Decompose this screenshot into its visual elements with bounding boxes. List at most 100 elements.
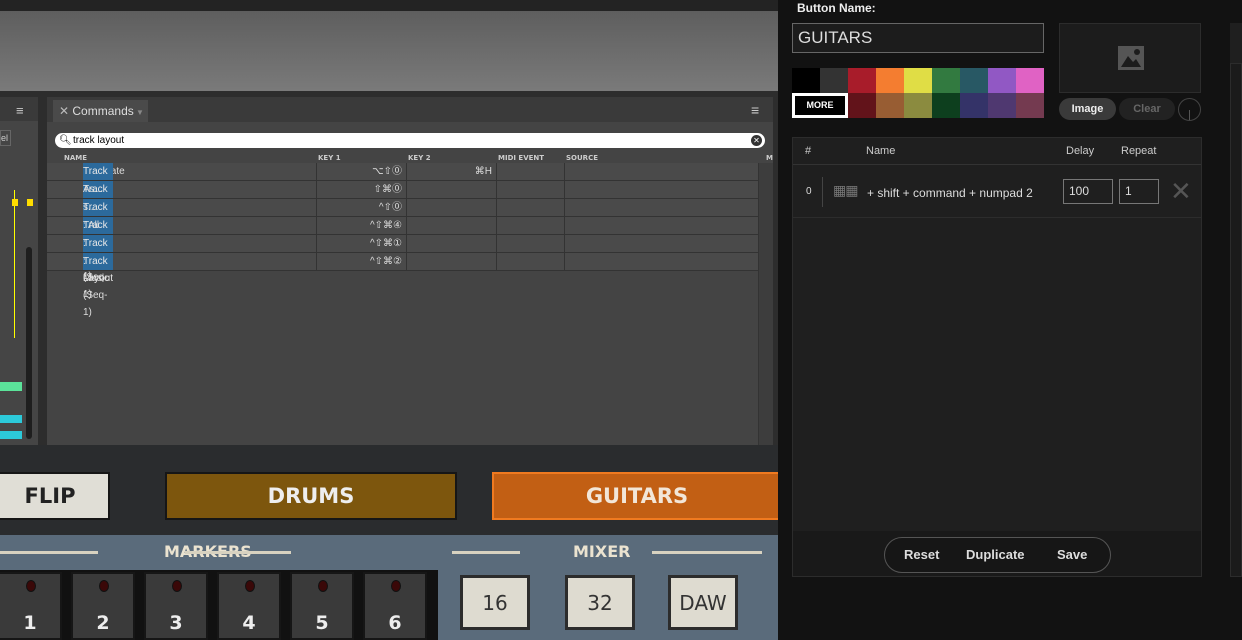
marker-button-2[interactable]: 2 — [71, 572, 135, 640]
guitars-button[interactable]: GUITARS — [492, 472, 778, 520]
color-swatch[interactable] — [904, 93, 932, 118]
color-swatch[interactable] — [820, 68, 848, 93]
mixer-16-button[interactable]: 16 — [460, 575, 530, 630]
color-swatch[interactable] — [932, 93, 960, 118]
command-row[interactable]: Edit Track Layouts... ^⇧⓪ — [47, 199, 758, 230]
marker-button-1[interactable]: 1 — [0, 572, 62, 640]
mixer-32-button[interactable]: 32 — [565, 575, 635, 630]
key2-cell[interactable] — [406, 199, 496, 216]
midi-cell[interactable] — [496, 199, 564, 216]
col-name: Name — [866, 145, 896, 157]
drums-button[interactable]: DRUMS — [165, 472, 457, 520]
rotation-knob[interactable] — [1178, 98, 1201, 121]
table-row[interactable]: 0 ▦▦ + shift + command + numpad 2 100 1 … — [793, 166, 1201, 218]
divider — [652, 551, 762, 554]
col-key2[interactable]: KEY 2 — [408, 154, 431, 162]
marker-button-6[interactable]: 6 — [363, 572, 427, 640]
source-cell — [564, 181, 758, 198]
marker-number: 1 — [23, 612, 37, 634]
clear-search-icon[interactable]: ✕ — [751, 135, 762, 146]
col-more[interactable]: M — [766, 154, 773, 162]
next-panel-tab[interactable] — [1230, 23, 1242, 63]
commands-panel: ✕ Commands ▼ ≡ 🔍︎ track layout ✕ NAME KE… — [47, 97, 773, 445]
playhead — [14, 190, 15, 338]
led-indicator — [26, 580, 36, 592]
key2-cell[interactable] — [406, 217, 496, 234]
color-swatch[interactable] — [988, 93, 1016, 118]
marker-flag — [12, 199, 18, 206]
marker-button-5[interactable]: 5 — [290, 572, 354, 640]
color-swatch[interactable] — [960, 93, 988, 118]
command-row[interactable]: Duplicate Track Layout ⌥⇧⓪ ⌘H — [47, 163, 758, 194]
side-button[interactable]: el — [0, 130, 11, 146]
mixer-daw-button[interactable]: DAW — [668, 575, 738, 630]
close-icon[interactable]: ✕ — [59, 104, 72, 118]
col-name[interactable]: NAME — [64, 154, 87, 162]
color-swatch[interactable] — [876, 68, 904, 93]
command-row[interactable]: Track Layout: Music (Seq-1) ^⇧⌘② — [47, 253, 758, 318]
reset-button[interactable]: Reset — [904, 538, 939, 572]
key2-cell[interactable] — [406, 181, 496, 198]
top-bar — [0, 0, 778, 11]
col-midi-event[interactable]: MIDI EVENT — [498, 154, 544, 162]
color-swatch[interactable] — [876, 93, 904, 118]
save-button[interactable]: Save — [1057, 538, 1087, 572]
delete-icon[interactable]: ✕ — [1170, 176, 1192, 207]
midi-cell[interactable] — [496, 163, 564, 180]
key1-cell[interactable]: ^⇧⌘① — [316, 235, 406, 252]
duplicate-button[interactable]: Duplicate — [966, 538, 1025, 572]
image-preview[interactable] — [1059, 23, 1201, 93]
command-row[interactable]: Save Track Layout As... ⇧⌘⓪ — [47, 181, 758, 212]
midi-cell[interactable] — [496, 217, 564, 234]
key2-cell[interactable]: ⌘H — [406, 163, 496, 180]
marker-number: 4 — [242, 612, 256, 634]
col-repeat: Repeat — [1121, 145, 1157, 157]
key1-cell[interactable]: ⌥⇧⓪ — [316, 163, 406, 180]
row-index: 0 — [806, 186, 812, 197]
marker-number: 6 — [388, 612, 402, 634]
midi-cell[interactable] — [496, 235, 564, 252]
key2-cell[interactable] — [406, 253, 496, 270]
scrollbar[interactable] — [758, 163, 773, 445]
search-input[interactable]: 🔍︎ track layout ✕ — [55, 133, 765, 148]
marker-button-4[interactable]: 4 — [217, 572, 281, 640]
image-button[interactable]: Image — [1059, 98, 1116, 120]
menu-icon[interactable]: ≡ — [16, 103, 24, 118]
color-swatch[interactable] — [904, 68, 932, 93]
color-swatch[interactable] — [848, 68, 876, 93]
key1-cell[interactable]: ⇧⌘⓪ — [316, 181, 406, 198]
key1-cell[interactable]: ^⇧⌘④ — [316, 217, 406, 234]
tracks-panel: ≡ el — [0, 97, 38, 445]
command-name-rest: : Drums (Seq-1) — [83, 238, 112, 300]
midi-cell[interactable] — [496, 253, 564, 270]
flip-button[interactable]: FLIP — [0, 472, 110, 520]
key1-cell[interactable]: ^⇧⌘② — [316, 253, 406, 270]
menu-icon[interactable]: ≡ — [751, 102, 759, 118]
tab-label: Commands — [72, 104, 134, 118]
chevron-down-icon[interactable]: ▼ — [134, 108, 144, 117]
command-row[interactable]: Track Layout: Drums (Seq-1) ^⇧⌘① — [47, 235, 758, 300]
more-colors-button[interactable]: MORE — [792, 93, 848, 118]
color-swatch[interactable] — [988, 68, 1016, 93]
key1-cell[interactable]: ^⇧⓪ — [316, 199, 406, 216]
col-source[interactable]: SOURCE — [566, 154, 598, 162]
delay-input[interactable]: 100 — [1063, 179, 1113, 204]
repeat-input[interactable]: 1 — [1119, 179, 1159, 204]
midi-cell[interactable] — [496, 181, 564, 198]
clear-button[interactable]: Clear — [1119, 98, 1175, 120]
source-cell — [564, 163, 758, 180]
color-swatch[interactable] — [1016, 93, 1044, 118]
button-name-input[interactable]: GUITARS — [792, 23, 1044, 53]
key2-cell[interactable] — [406, 235, 496, 252]
col-key1[interactable]: KEY 1 — [318, 154, 341, 162]
scrollbar[interactable] — [26, 247, 32, 439]
tab-commands[interactable]: ✕ Commands ▼ — [53, 100, 148, 122]
color-swatch[interactable] — [960, 68, 988, 93]
color-swatch[interactable] — [932, 68, 960, 93]
command-row[interactable]: Track Layout: All Tracks (Seq-1) ^⇧⌘④ — [47, 217, 758, 282]
color-swatch[interactable] — [792, 68, 820, 93]
marker-button-3[interactable]: 3 — [144, 572, 208, 640]
command-name-rest: As... — [83, 184, 104, 195]
color-swatch[interactable] — [848, 93, 876, 118]
color-swatch[interactable] — [1016, 68, 1044, 93]
